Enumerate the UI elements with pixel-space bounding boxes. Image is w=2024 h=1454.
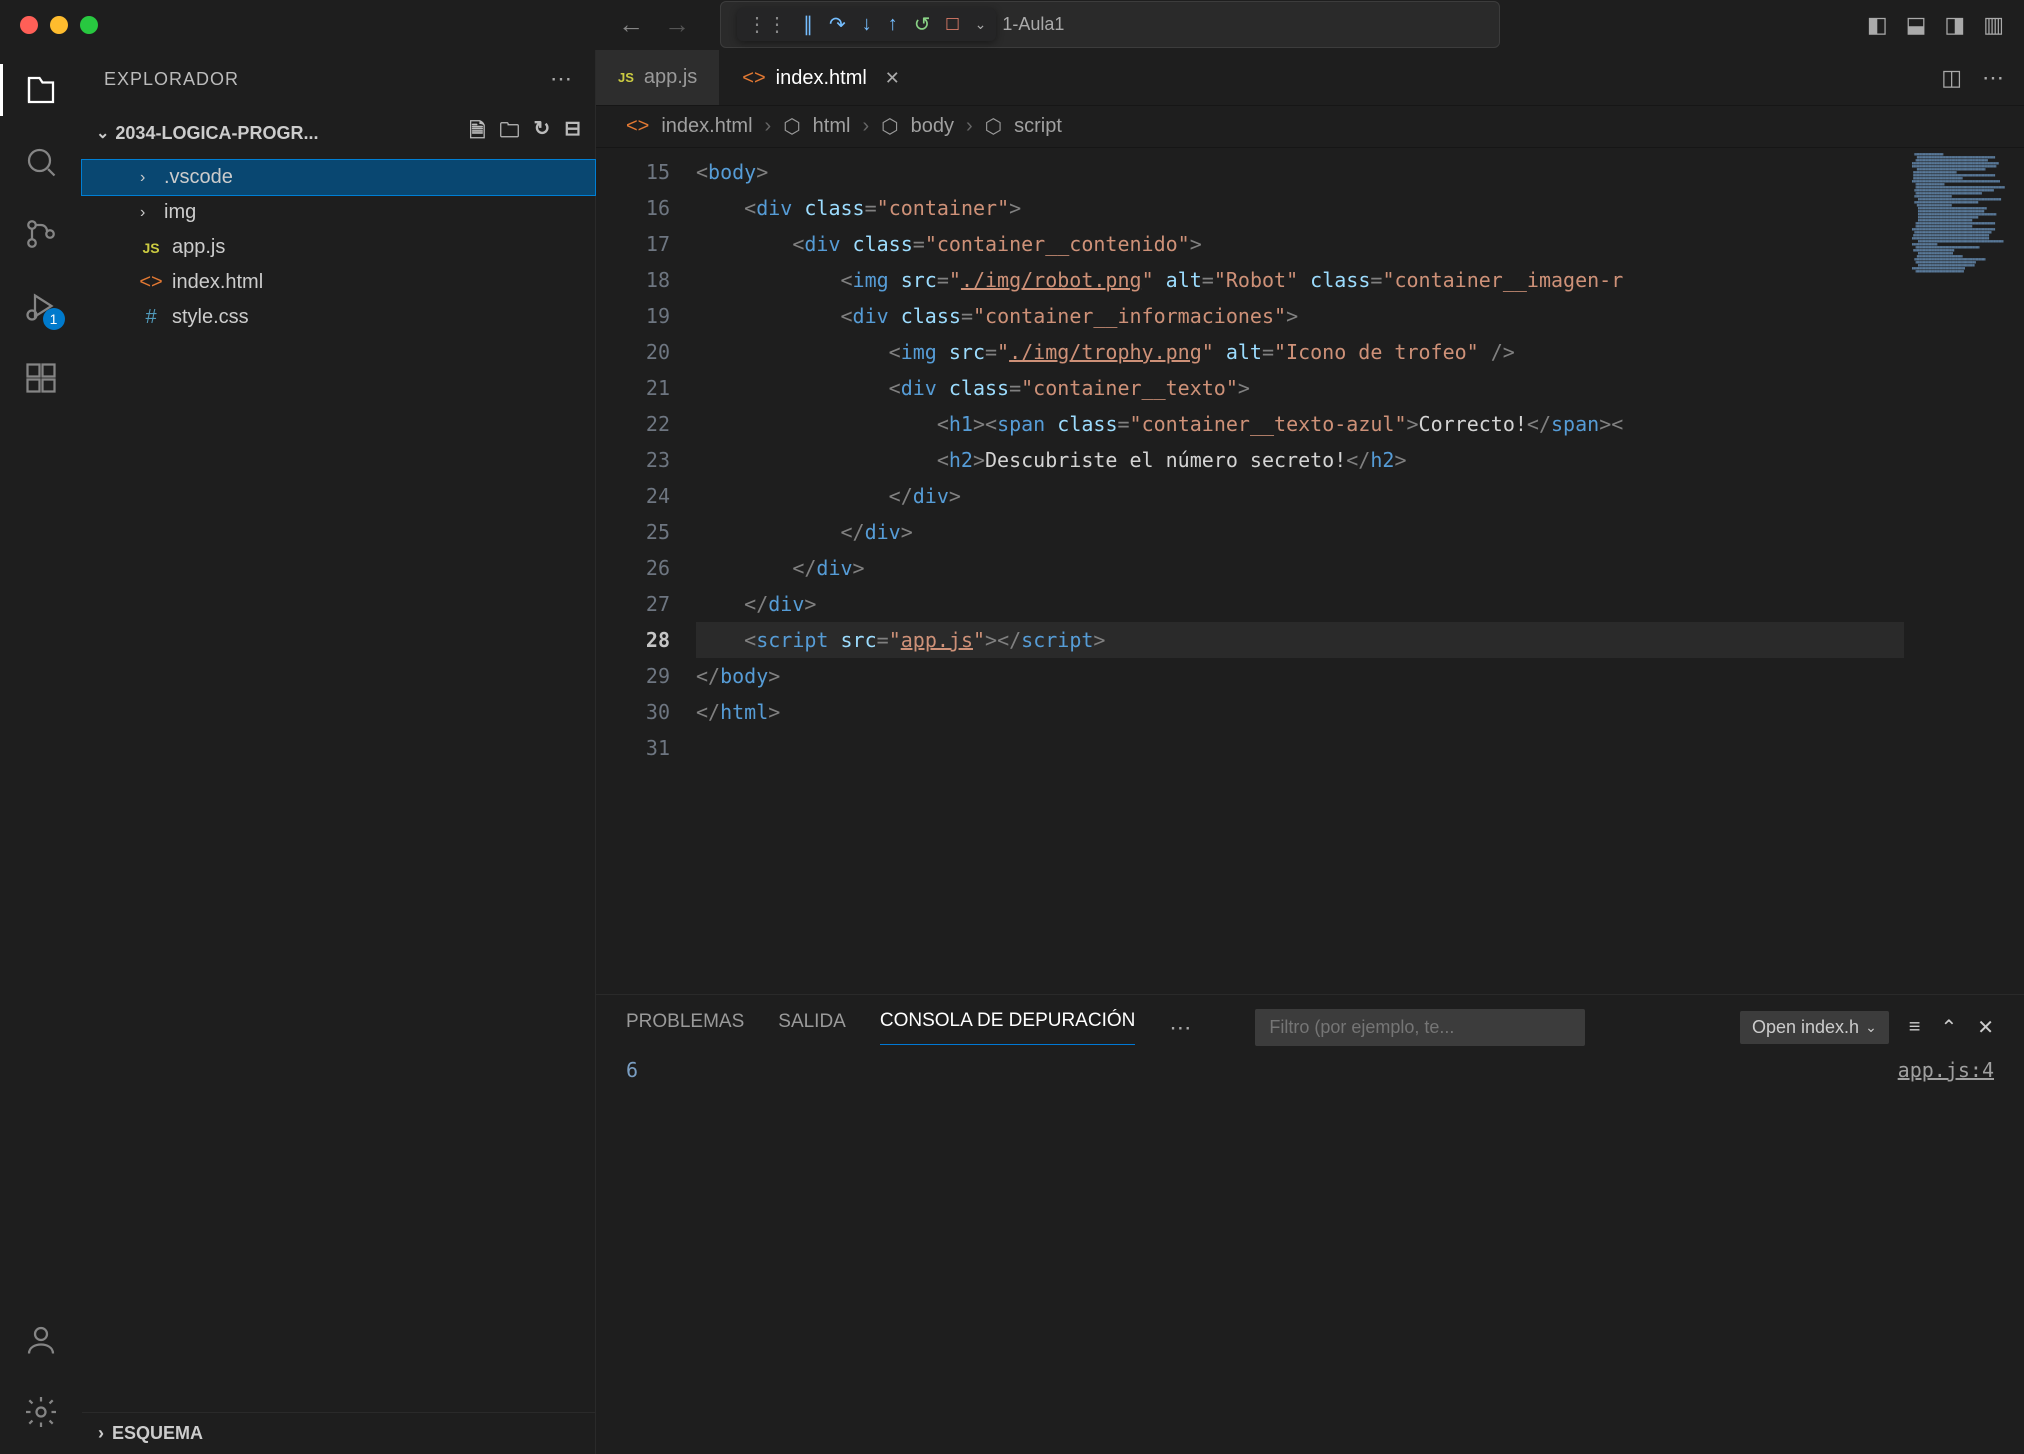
source-control-icon[interactable]: [19, 212, 63, 256]
symbol-icon: ⬡: [881, 114, 898, 139]
symbol-icon: ⬡: [783, 114, 800, 139]
stop-icon[interactable]: □: [947, 13, 959, 36]
outline-section[interactable]: › ESQUEMA: [82, 1412, 595, 1454]
tree-item-label: app.js: [172, 236, 225, 259]
activity-bar: 1: [0, 50, 82, 1454]
chevron-down-icon: ⌄: [96, 123, 109, 143]
project-header[interactable]: ⌄ 2034-LOGICA-PROGR... 🗎 🗀 ↻ ⊟: [82, 108, 595, 158]
editor-area[interactable]: 1516171819202122232425262728293031 <body…: [596, 148, 2024, 994]
run-debug-icon[interactable]: 1: [19, 284, 63, 328]
chevron-right-icon: ›: [98, 1423, 104, 1444]
debug-toolbar: ⋮⋮ ∥ ↷ ↓ ↑ ↺ □ ⌄: [737, 8, 996, 41]
breadcrumb-node[interactable]: script: [1014, 115, 1062, 138]
panel-tabs: PROBLEMAS SALIDA CONSOLA DE DEPURACIÓN ⋯…: [596, 995, 2024, 1046]
symbol-icon: ⬡: [985, 114, 1002, 139]
file-html-icon: <>: [626, 115, 649, 138]
outline-label: ESQUEMA: [112, 1423, 203, 1444]
restart-icon[interactable]: ↺: [914, 12, 931, 37]
sidebar-explorer: EXPLORADOR ⋯ ⌄ 2034-LOGICA-PROGR... 🗎 🗀 …: [82, 50, 596, 1454]
breadcrumb-node[interactable]: body: [911, 115, 954, 138]
editor-group: JSapp.js <> index.html ✕ ◫ ⋯ <> index.html …: [596, 50, 2024, 1454]
chevron-down-icon[interactable]: ⌄: [975, 16, 987, 33]
sidebar-more-icon[interactable]: ⋯: [550, 66, 573, 92]
console-body: 6 app.js:4: [596, 1046, 2024, 1454]
breadcrumbs[interactable]: <> index.html › ⬡ html › ⬡ body › ⬡ scri…: [596, 106, 2024, 148]
tree-folder[interactable]: ›.vscode: [82, 160, 595, 195]
toggle-panel-icon[interactable]: ⬓: [1906, 12, 1927, 38]
nav-arrows: ← →: [618, 9, 690, 40]
clear-console-icon[interactable]: ≡: [1909, 1016, 1921, 1039]
bottom-panel: PROBLEMAS SALIDA CONSOLA DE DEPURACIÓN ⋯…: [596, 994, 2024, 1454]
tree-file[interactable]: <>index.html: [82, 265, 595, 300]
explorer-icon[interactable]: [19, 68, 63, 112]
tree-item-label: index.html: [172, 271, 263, 294]
nav-back-icon[interactable]: ←: [618, 9, 644, 40]
tree-item-label: img: [164, 201, 196, 224]
accounts-icon[interactable]: [19, 1318, 63, 1362]
editor-tab[interactable]: JSapp.js: [596, 50, 720, 105]
step-out-icon[interactable]: ↑: [888, 13, 898, 36]
project-name: 2034-LOGICA-PROGR...: [115, 123, 318, 144]
sidebar-title: EXPLORADOR ⋯: [82, 50, 595, 108]
search-icon[interactable]: [19, 140, 63, 184]
nav-forward-icon[interactable]: →: [664, 9, 690, 40]
panel-more-icon[interactable]: ⋯: [1169, 1015, 1191, 1041]
pause-icon[interactable]: ∥: [803, 12, 813, 37]
breadcrumb-node[interactable]: html: [813, 115, 851, 138]
more-actions-icon[interactable]: ⋯: [1982, 65, 2004, 91]
collapse-panel-icon[interactable]: ⌃: [1940, 1015, 1957, 1040]
sidebar-title-label: EXPLORADOR: [104, 69, 239, 90]
window-title-text: 1-Aula1: [1002, 14, 1064, 35]
minimize-window[interactable]: [50, 16, 68, 34]
maximize-window[interactable]: [80, 16, 98, 34]
file-tree: ›.vscode›imgJSapp.js<>index.html#style.c…: [82, 158, 595, 1412]
tree-file[interactable]: JSapp.js: [82, 230, 595, 265]
toggle-primary-sidebar-icon[interactable]: ◧: [1867, 12, 1888, 38]
chevron-down-icon: ⌄: [1865, 1019, 1877, 1036]
new-file-icon[interactable]: 🗎: [469, 116, 485, 150]
line-numbers: 1516171819202122232425262728293031: [596, 148, 696, 994]
step-over-icon[interactable]: ↷: [829, 12, 846, 37]
debug-session-dropdown[interactable]: Open index.h ⌄: [1740, 1011, 1889, 1044]
toggle-secondary-sidebar-icon[interactable]: ◨: [1944, 12, 1965, 38]
editor-tabs: JSapp.js<>index.html✕ ◫ ⋯: [596, 50, 2024, 106]
explorer-actions: 🗎 🗀 ↻ ⊟: [469, 116, 581, 150]
close-tab-icon[interactable]: ✕: [885, 68, 900, 89]
new-folder-icon[interactable]: 🗀: [499, 116, 519, 150]
debug-badge: 1: [43, 308, 65, 330]
console-filter-input[interactable]: [1255, 1009, 1585, 1046]
settings-icon[interactable]: [19, 1390, 63, 1434]
collapse-icon[interactable]: ⊟: [564, 116, 581, 150]
grip-icon[interactable]: ⋮⋮: [747, 12, 787, 37]
tab-label: app.js: [644, 66, 697, 89]
breadcrumb-file[interactable]: index.html: [661, 115, 752, 138]
panel-tab-output[interactable]: SALIDA: [778, 1011, 846, 1045]
split-editor-icon[interactable]: ◫: [1941, 65, 1962, 91]
console-output-value: 6: [626, 1058, 638, 1442]
console-output-source[interactable]: app.js:4: [1898, 1058, 1994, 1442]
customize-layout-icon[interactable]: ▥: [1983, 12, 2004, 38]
code-content[interactable]: <body> <div class="container"> <div clas…: [696, 148, 1904, 994]
tree-item-label: .vscode: [164, 166, 233, 189]
panel-tab-debug-console[interactable]: CONSOLA DE DEPURACIÓN: [880, 1010, 1136, 1045]
tree-folder[interactable]: ›img: [82, 195, 595, 230]
command-center[interactable]: ⋮⋮ ∥ ↷ ↓ ↑ ↺ □ ⌄ 1-Aula1: [720, 1, 1500, 48]
tab-label: index.html: [776, 67, 867, 90]
window-controls: [20, 16, 98, 34]
titlebar: ← → ⋮⋮ ∥ ↷ ↓ ↑ ↺ □ ⌄ 1-Aula1 ◧ ⬓ ◨ ▥: [0, 0, 2024, 50]
panel-tab-problems[interactable]: PROBLEMAS: [626, 1011, 744, 1045]
debug-session-label: Open index.h: [1752, 1017, 1859, 1038]
tree-file[interactable]: #style.css: [82, 300, 595, 335]
extensions-icon[interactable]: [19, 356, 63, 400]
close-window[interactable]: [20, 16, 38, 34]
refresh-icon[interactable]: ↻: [533, 116, 550, 150]
minimap[interactable]: ████████████████████████ ███████████████…: [1904, 148, 2024, 994]
tree-item-label: style.css: [172, 306, 249, 329]
editor-tab[interactable]: <>index.html✕: [720, 50, 923, 105]
close-panel-icon[interactable]: ✕: [1977, 1015, 1994, 1040]
layout-controls: ◧ ⬓ ◨ ▥: [1867, 12, 2004, 38]
step-into-icon[interactable]: ↓: [862, 13, 872, 36]
